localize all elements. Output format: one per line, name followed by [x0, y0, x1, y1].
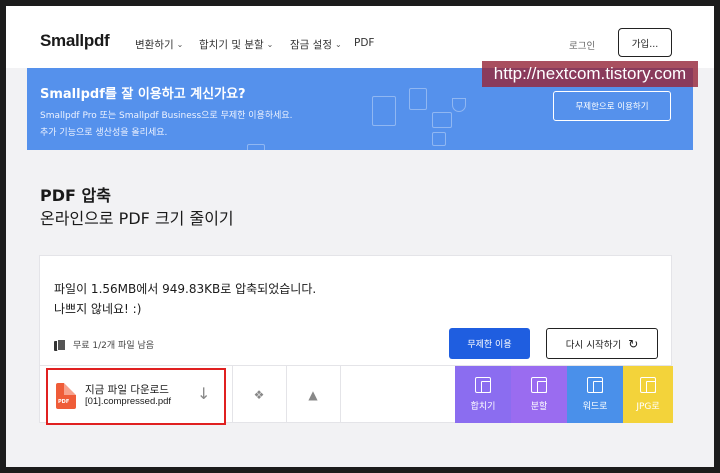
- tool-split-button[interactable]: 분할: [511, 366, 567, 423]
- unlimited-use-button[interactable]: 무제한으로 이용하기: [553, 91, 671, 121]
- signup-button[interactable]: 가입...: [618, 28, 672, 57]
- shield-decoration-icon: [452, 98, 466, 112]
- document-decoration-icon: [432, 112, 452, 128]
- chevron-down-icon: ⌄: [266, 40, 274, 49]
- tool-split-label: 분할: [530, 402, 548, 412]
- dropbox-icon: ❖: [253, 387, 265, 402]
- nav-pdf-label: PDF: [354, 37, 375, 49]
- banner-line-1: Smallpdf Pro 또는 Smallpdf Business으로 무제한 …: [40, 111, 293, 121]
- banner-line-2: 추가 기능으로 생산성을 올리세요.: [40, 128, 168, 138]
- quota-text: 무료 1/2개 파일 남음: [73, 341, 155, 351]
- nav-pdf[interactable]: PDF: [354, 37, 374, 49]
- divider: [340, 366, 341, 423]
- quota-info: 무료 1/2개 파일 남음: [54, 338, 154, 351]
- download-title: 지금 파일 다운로드: [85, 384, 169, 396]
- dropbox-save-button[interactable]: ❖: [232, 366, 286, 423]
- restart-label: 다시 시작하기: [565, 339, 622, 351]
- arrow-down-icon: ↓: [197, 384, 211, 403]
- refresh-icon: ↻: [628, 336, 639, 351]
- google-drive-save-button[interactable]: ▲: [286, 366, 340, 423]
- document-decoration-icon: [432, 132, 446, 146]
- document-decoration-icon: [409, 88, 427, 110]
- chevron-down-icon: ⌄: [334, 40, 342, 49]
- merge-icon: [475, 377, 491, 393]
- restart-button[interactable]: 다시 시작하기 ↻: [546, 328, 658, 359]
- unlimited-button[interactable]: 무제한 이용: [449, 328, 530, 359]
- document-decoration-icon: [372, 96, 396, 126]
- tool-jpg-label: JPG로: [636, 402, 660, 412]
- result-message: 파일이 1.56MB에서 949.83KB로 압축되었습니다.: [54, 282, 317, 296]
- result-comment: 나쁘지 않네요! :): [54, 302, 142, 316]
- image-icon: [640, 377, 656, 393]
- top-navigation: Smallpdf 변환하기 ⌄ 합치기 및 분할 ⌄ 잠금 설정 ⌄ PDF 로…: [6, 6, 714, 68]
- tool-jpg-button[interactable]: JPG로: [623, 366, 673, 423]
- page-subtitle: 온라인으로 PDF 크기 줄이기: [40, 209, 234, 228]
- nav-lock-label: 잠금 설정: [290, 39, 332, 51]
- browser-frame: Smallpdf 변환하기 ⌄ 합치기 및 분할 ⌄ 잠금 설정 ⌄ PDF 로…: [6, 6, 714, 467]
- pdf-badge: PDF: [58, 399, 70, 405]
- nav-convert[interactable]: 변환하기 ⌄: [135, 37, 183, 52]
- mail-decoration-icon: [247, 144, 265, 150]
- nav-merge-split[interactable]: 합치기 및 분할 ⌄: [199, 37, 273, 52]
- download-filename: [01].compressed.pdf: [85, 396, 172, 407]
- word-doc-icon: [587, 377, 603, 393]
- login-link[interactable]: 로그인: [569, 38, 595, 52]
- download-file-button[interactable]: PDF 지금 파일 다운로드 [01].compressed.pdf ↓: [46, 368, 226, 425]
- tool-word-label: 워드로: [582, 402, 608, 412]
- tool-merge-label: 합치기: [470, 402, 496, 412]
- split-icon: [531, 377, 547, 393]
- nav-convert-label: 변환하기: [135, 39, 174, 51]
- nav-merge-split-label: 합치기 및 분할: [199, 39, 264, 51]
- compression-result-card: 파일이 1.56MB에서 949.83KB로 압축되었습니다. 나쁘지 않네요!…: [39, 255, 672, 366]
- banner-title: Smallpdf를 잘 이용하고 계신가요?: [40, 87, 246, 102]
- watermark-url: http://nextcom.tistory.com: [482, 61, 698, 87]
- google-drive-icon: ▲: [308, 387, 318, 402]
- tool-merge-button[interactable]: 합치기: [455, 366, 511, 423]
- smallpdf-logo[interactable]: Smallpdf: [40, 31, 110, 51]
- tool-word-button[interactable]: 워드로: [567, 366, 623, 423]
- chevron-down-icon: ⌄: [176, 40, 184, 49]
- pdf-file-icon: PDF: [56, 383, 76, 409]
- action-row: PDF 지금 파일 다운로드 [01].compressed.pdf ↓ ❖ ▲…: [39, 366, 673, 425]
- page-title: PDF 압축: [40, 186, 111, 205]
- files-icon: [54, 338, 66, 351]
- nav-lock[interactable]: 잠금 설정 ⌄: [290, 37, 342, 52]
